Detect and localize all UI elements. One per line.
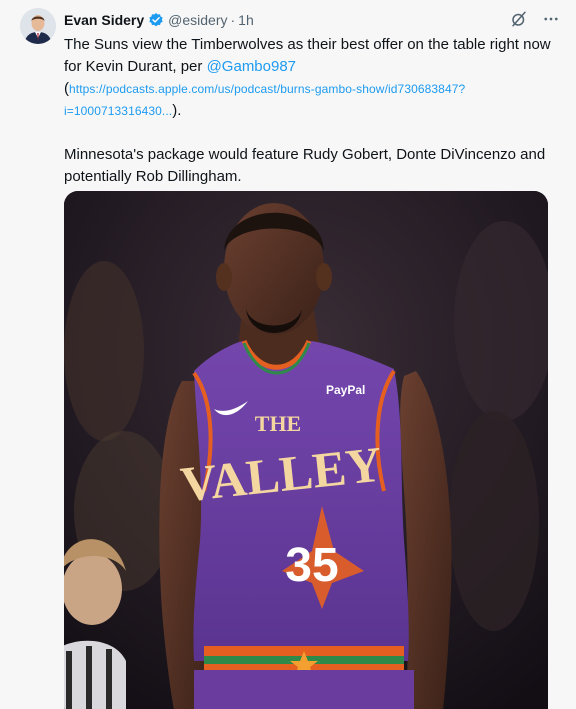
tweet-text-line1: The Suns view the Timberwolves as their … (64, 36, 551, 75)
player-photo: PayPal THE VALLEY 35 (64, 191, 548, 709)
jersey-number: 35 (285, 539, 338, 592)
avatar[interactable] (20, 8, 56, 44)
tweet-timestamp[interactable]: 1h (238, 12, 254, 28)
mention-link[interactable]: @Gambo987 (207, 58, 296, 75)
avatar-image (20, 8, 56, 44)
paren-close: ). (172, 102, 182, 119)
tweet-media-image[interactable]: PayPal THE VALLEY 35 (64, 191, 548, 709)
header-separator: · (230, 12, 236, 28)
podcast-link[interactable]: https://podcasts.apple.com/us/podcast/bu… (64, 82, 465, 118)
jersey-sponsor-logo: PayPal (326, 383, 365, 397)
author-name[interactable]: Evan Sidery (64, 12, 144, 28)
more-options-icon[interactable] (540, 8, 562, 30)
tweet-card[interactable]: Evan Sidery @esidery · 1h The Suns view … (0, 0, 576, 709)
tweet-paragraph-1: The Suns view the Timberwolves as their … (64, 34, 564, 122)
tweet-top-actions (508, 8, 562, 30)
grok-icon[interactable] (508, 8, 530, 30)
tweet-text: The Suns view the Timberwolves as their … (64, 34, 564, 188)
author-handle[interactable]: @esidery (168, 12, 227, 28)
tweet-paragraph-2: Minnesota's package would feature Rudy G… (64, 146, 546, 185)
verified-badge-icon (148, 12, 164, 28)
jersey-text-the: THE (255, 411, 301, 436)
tweet-header: Evan Sidery @esidery · 1h (64, 10, 254, 30)
